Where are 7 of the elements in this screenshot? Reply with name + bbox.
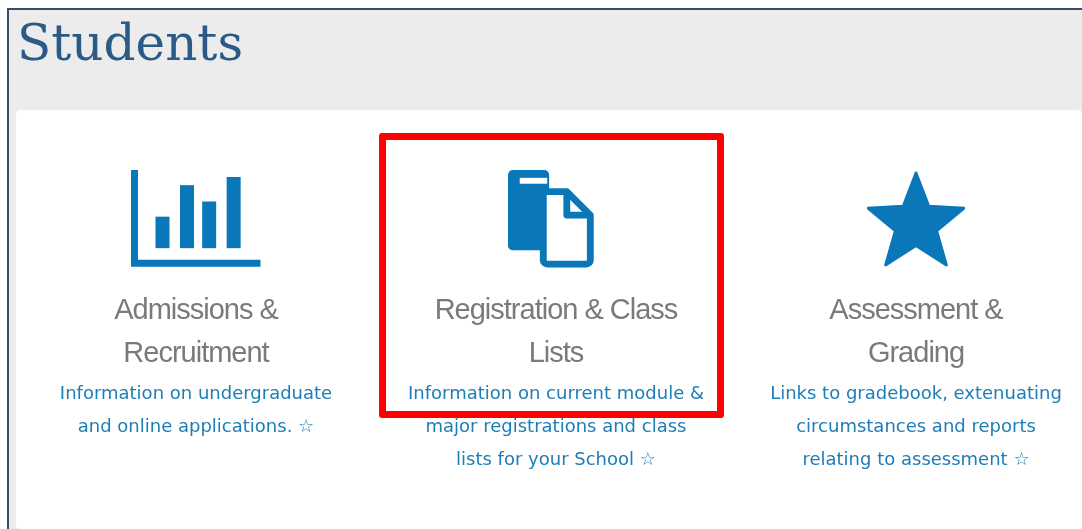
tile-description: Links to gradebook, extenuating circumstances and reports relating to assessment ☆ — [770, 382, 1062, 469]
tile-title-link[interactable]: Assessment & Grading — [785, 288, 1047, 374]
tile-title-link[interactable]: Admissions & Recruitment — [65, 288, 327, 374]
tile-description: Information on current module & major registrations and class lists for your School ☆ — [408, 382, 704, 469]
tile-description: Information on undergraduate and online applications. ☆ — [59, 382, 333, 436]
tile-title-link[interactable]: Registration & Class Lists — [425, 288, 687, 374]
page-title: Students — [17, 16, 244, 71]
